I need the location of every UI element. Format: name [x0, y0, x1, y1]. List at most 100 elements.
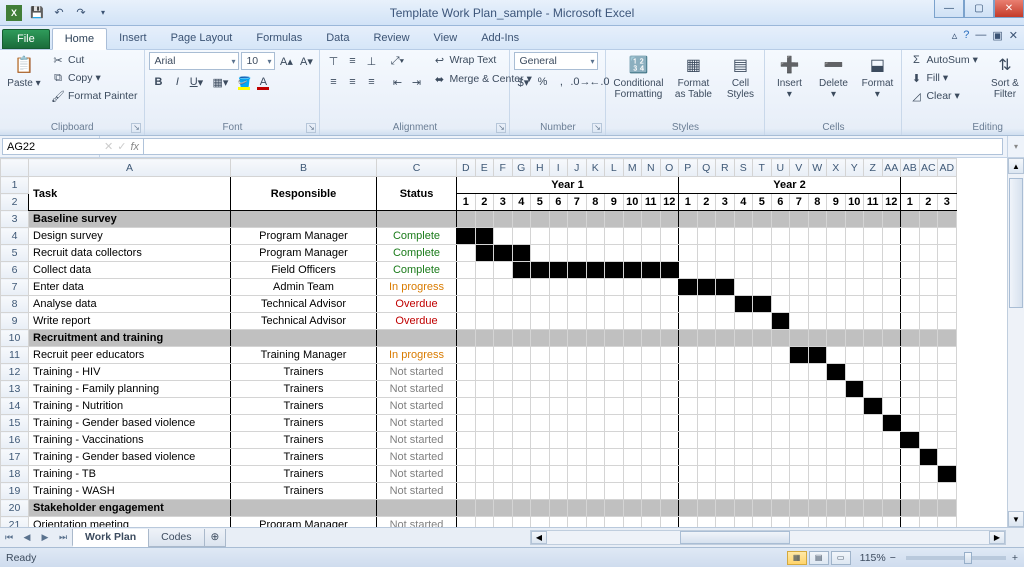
maximize-button[interactable]: ▢ [964, 0, 994, 18]
align-top-button[interactable]: ⊤ [324, 52, 342, 70]
table-row[interactable]: 17Training - Gender based violenceTraine… [1, 449, 957, 466]
sheet-tab-codes[interactable]: Codes [148, 529, 204, 547]
table-row[interactable]: 6Collect dataField OfficersComplete [1, 262, 957, 279]
font-name-combo[interactable]: Arial [149, 52, 239, 70]
zoom-level[interactable]: 115% [860, 552, 886, 564]
fill-button[interactable]: ⬇Fill ▾ [906, 70, 980, 86]
delete-cells-button[interactable]: ➖Delete▾ [813, 52, 853, 102]
scroll-down-icon[interactable]: ▼ [1008, 511, 1024, 527]
ribbon-tab-add-ins[interactable]: Add-Ins [469, 28, 531, 49]
undo-icon[interactable]: ↶ [50, 4, 68, 22]
align-left-button[interactable]: ≡ [324, 73, 342, 91]
autosum-button[interactable]: ΣAutoSum ▾ [906, 52, 980, 68]
table-row[interactable]: 5Recruit data collectorsProgram ManagerC… [1, 245, 957, 262]
prev-sheet-icon[interactable]: ◀ [18, 532, 36, 543]
table-row[interactable]: 15Training - Gender based violenceTraine… [1, 415, 957, 432]
table-row[interactable]: 8Analyse dataTechnical AdvisorOverdue [1, 296, 957, 313]
zoom-slider[interactable] [906, 556, 1006, 560]
decrease-indent-button[interactable]: ⇤ [388, 73, 406, 91]
qat-dropdown-icon[interactable]: ▾ [94, 4, 112, 22]
ribbon-minimize-icon[interactable]: ▵ [952, 29, 958, 42]
table-row[interactable]: 21Orientation meetingProgram ManagerNot … [1, 517, 957, 528]
name-box[interactable]: ▾ [0, 136, 100, 157]
sort-filter-button[interactable]: ⇅Sort & Filter [985, 52, 1024, 102]
file-tab[interactable]: File [2, 29, 50, 49]
fx-icon[interactable]: fx [130, 141, 139, 153]
help-icon[interactable]: ? [963, 29, 969, 42]
enter-formula-icon[interactable]: ✓ [117, 140, 126, 153]
align-bottom-button[interactable]: ⊥ [362, 52, 380, 70]
font-size-combo[interactable]: 10 [241, 52, 275, 70]
font-color-button[interactable]: A [254, 73, 272, 91]
table-row[interactable]: 7Enter dataAdmin TeamIn progress [1, 279, 957, 296]
increase-decimal-button[interactable]: .0→ [571, 73, 589, 91]
accounting-button[interactable]: $▾ [514, 73, 532, 91]
shrink-font-button[interactable]: A▾ [297, 52, 315, 70]
cell-styles-button[interactable]: ▤Cell Styles [720, 52, 760, 102]
doc-minimize-icon[interactable]: — [975, 29, 986, 42]
font-expand-icon[interactable]: ↘ [306, 123, 316, 133]
hscroll-thumb[interactable] [680, 531, 791, 544]
align-middle-button[interactable]: ≡ [343, 52, 361, 70]
ribbon-tab-page-layout[interactable]: Page Layout [159, 28, 245, 49]
clear-button[interactable]: ◿Clear ▾ [906, 88, 980, 104]
format-as-table-button[interactable]: ▦Format as Table [670, 52, 716, 102]
copy-button[interactable]: ⧉Copy ▾ [48, 70, 140, 86]
redo-icon[interactable]: ↷ [72, 4, 90, 22]
page-layout-view-button[interactable]: ▤ [809, 551, 829, 565]
close-button[interactable]: ✕ [994, 0, 1024, 18]
alignment-expand-icon[interactable]: ↘ [496, 123, 506, 133]
align-center-button[interactable]: ≡ [343, 73, 361, 91]
worksheet-area[interactable]: ABCDEFGHIJKLMNOPQRSTUVWXYZAAABACAD1TaskR… [0, 158, 1024, 527]
table-row[interactable]: 11Recruit peer educatorsTraining Manager… [1, 347, 957, 364]
ribbon-tab-home[interactable]: Home [52, 28, 107, 50]
scroll-up-icon[interactable]: ▲ [1008, 158, 1024, 174]
cancel-formula-icon[interactable]: ✕ [104, 140, 113, 153]
zoom-out-button[interactable]: − [890, 552, 896, 564]
comma-button[interactable]: , [552, 73, 570, 91]
page-break-view-button[interactable]: ▭ [831, 551, 851, 565]
table-row[interactable]: 13Training - Family planningTrainersNot … [1, 381, 957, 398]
scroll-right-icon[interactable]: ▶ [989, 531, 1005, 544]
ribbon-tab-review[interactable]: Review [361, 28, 421, 49]
vscroll-thumb[interactable] [1009, 178, 1023, 308]
percent-button[interactable]: % [533, 73, 551, 91]
table-row[interactable]: 9Write reportTechnical AdvisorOverdue [1, 313, 957, 330]
orientation-button[interactable]: ⤢▾ [388, 52, 406, 70]
insert-cells-button[interactable]: ➕Insert▾ [769, 52, 809, 102]
clipboard-expand-icon[interactable]: ↘ [131, 123, 141, 133]
table-row[interactable]: 4Design surveyProgram ManagerComplete [1, 228, 957, 245]
table-row[interactable]: 12Training - HIVTrainersNot started [1, 364, 957, 381]
table-row[interactable]: 14Training - NutritionTrainersNot starte… [1, 398, 957, 415]
paste-button[interactable]: 📋 Paste ▾ [4, 52, 44, 91]
next-sheet-icon[interactable]: ▶ [36, 532, 54, 543]
new-sheet-button[interactable]: ⊕ [204, 529, 227, 547]
vertical-scrollbar[interactable]: ▲ ▼ [1007, 158, 1024, 527]
formula-input[interactable] [143, 138, 1003, 155]
underline-button[interactable]: U▾ [187, 73, 205, 91]
border-button[interactable]: ▦▾ [211, 73, 229, 91]
zoom-in-button[interactable]: + [1012, 552, 1018, 564]
scroll-left-icon[interactable]: ◀ [531, 531, 547, 544]
number-format-combo[interactable]: General [514, 52, 598, 70]
increase-indent-button[interactable]: ⇥ [407, 73, 425, 91]
align-right-button[interactable]: ≡ [362, 73, 380, 91]
expand-formula-bar-icon[interactable]: ▾ [1007, 136, 1024, 157]
horizontal-scrollbar[interactable]: ◀ ▶ [530, 530, 1006, 545]
format-painter-button[interactable]: 🖌Format Painter [48, 88, 140, 104]
table-row[interactable]: 16Training - VaccinationsTrainersNot sta… [1, 432, 957, 449]
italic-button[interactable]: I [168, 73, 186, 91]
doc-close-icon[interactable]: ✕ [1009, 29, 1018, 42]
sheet-tab-work-plan[interactable]: Work Plan [72, 529, 149, 547]
doc-restore-icon[interactable]: ▣ [992, 29, 1002, 42]
conditional-formatting-button[interactable]: 🔢Conditional Formatting [610, 52, 666, 102]
table-row[interactable]: 18Training - TBTrainersNot started [1, 466, 957, 483]
last-sheet-icon[interactable]: ⏭ [54, 532, 72, 543]
number-expand-icon[interactable]: ↘ [592, 123, 602, 133]
ribbon-tab-data[interactable]: Data [314, 28, 361, 49]
normal-view-button[interactable]: ▦ [787, 551, 807, 565]
cut-button[interactable]: ✂Cut [48, 52, 140, 68]
fill-color-button[interactable]: 🪣 [235, 73, 253, 91]
ribbon-tab-view[interactable]: View [422, 28, 470, 49]
save-icon[interactable]: 💾 [28, 4, 46, 22]
